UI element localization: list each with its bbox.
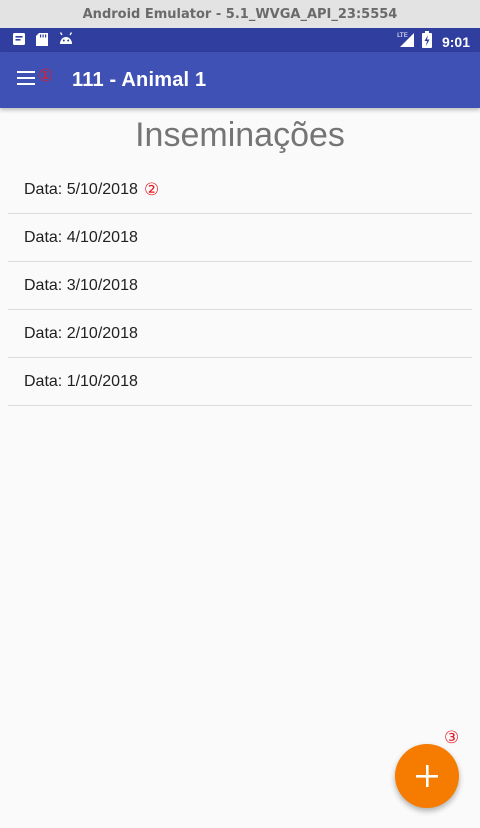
sd-card-icon	[35, 32, 49, 52]
list-item[interactable]: Data: 1/10/2018	[8, 358, 472, 406]
hamburger-menu-icon	[17, 71, 35, 85]
page-title: Inseminações	[135, 116, 345, 154]
status-clock: 9:01	[441, 33, 470, 50]
annotation-marker-3: ③	[444, 728, 460, 748]
list-item-label: Data: 4/10/2018	[24, 228, 138, 246]
list-item[interactable]: Data: 2/10/2018	[8, 310, 472, 358]
plus-icon	[416, 765, 438, 787]
insemination-list: Data: 5/10/2018 Data: 4/10/2018 Data: 3/…	[8, 166, 472, 406]
list-item[interactable]: Data: 4/10/2018	[8, 214, 472, 262]
notification-icon	[12, 32, 26, 52]
app-bar-title: 111 - Animal 1	[72, 69, 207, 91]
svg-text:LTE: LTE	[397, 31, 408, 39]
emulator-window-title: Android Emulator - 5.1_WVGA_API_23:5554	[0, 0, 480, 28]
annotation-marker-2: ②	[144, 180, 160, 200]
lte-signal-icon: LTE	[396, 30, 416, 53]
android-icon	[58, 32, 74, 52]
list-item[interactable]: Data: 3/10/2018	[8, 262, 472, 310]
list-item-label: Data: 1/10/2018	[24, 372, 138, 390]
list-item-label: Data: 3/10/2018	[24, 276, 138, 294]
status-bar: LTE 9:01	[0, 28, 480, 52]
list-item-label: Data: 5/10/2018	[24, 180, 138, 198]
list-item[interactable]: Data: 5/10/2018	[8, 166, 472, 214]
list-item-label: Data: 2/10/2018	[24, 324, 138, 342]
annotation-marker-1: ①	[38, 66, 54, 86]
battery-icon	[421, 30, 432, 53]
add-insemination-button[interactable]	[395, 744, 459, 808]
